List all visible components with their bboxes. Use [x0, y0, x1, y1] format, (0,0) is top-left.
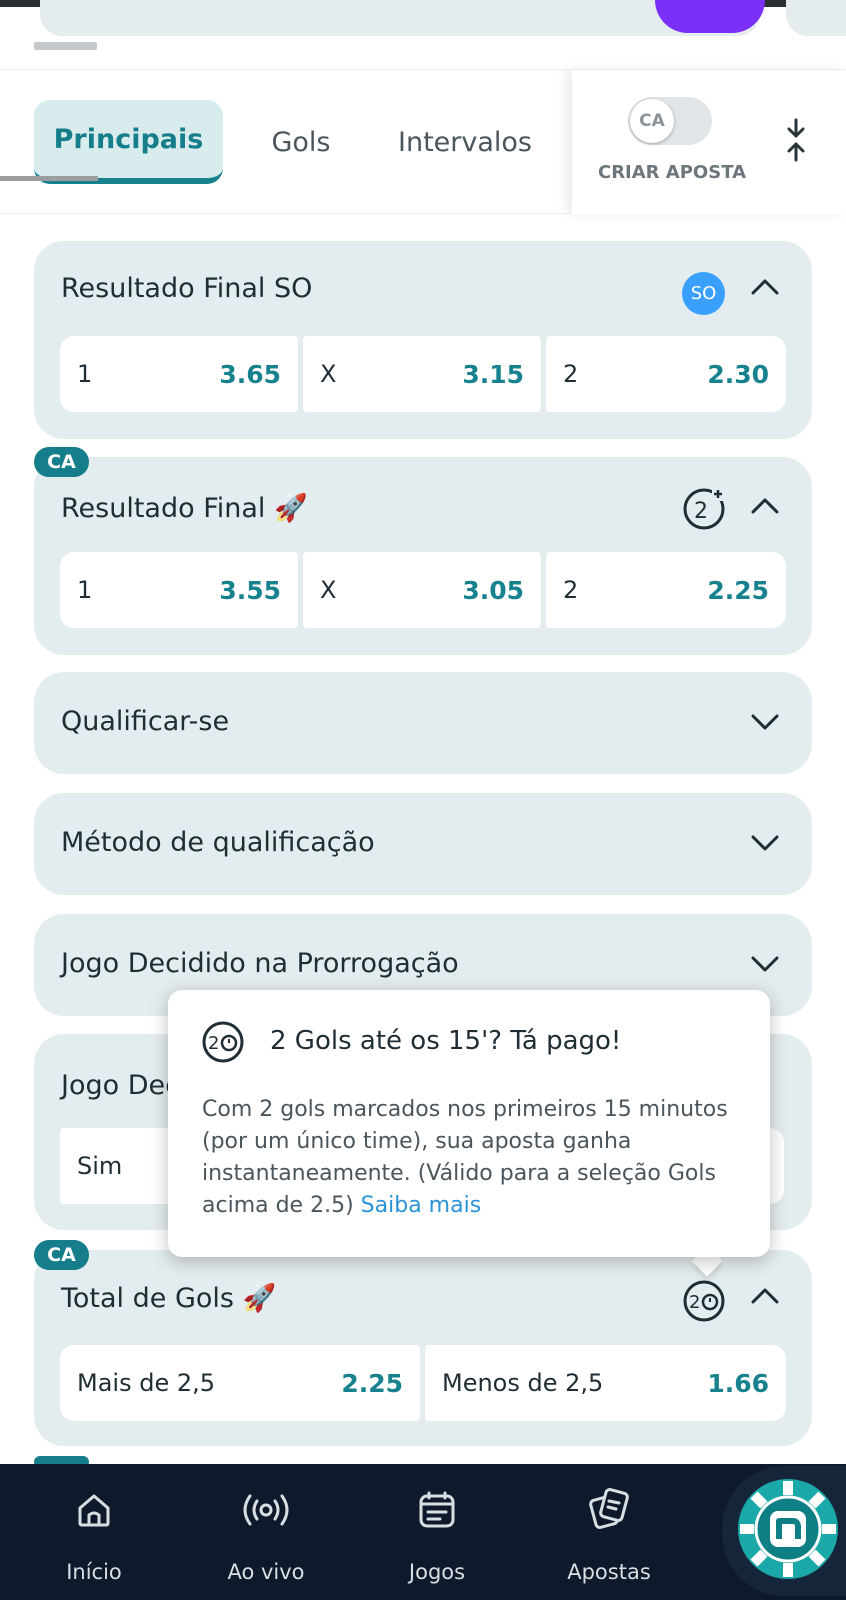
odd-button-2[interactable]: 2 2.30	[546, 336, 786, 412]
saiba-mais-link[interactable]: Saiba mais	[361, 1193, 481, 1218]
odd-label: X	[320, 576, 337, 604]
chevron-up-icon[interactable]	[750, 1286, 780, 1306]
criar-aposta-label: CRIAR APOSTA	[597, 162, 747, 183]
tooltip-body: Com 2 gols marcados nos primeiros 15 min…	[202, 1094, 747, 1222]
ca-badge: CA	[34, 447, 89, 477]
promo-shape	[655, 0, 765, 33]
odd-value: 1.66	[707, 1368, 769, 1398]
two-goals-icon[interactable]: 2	[682, 487, 726, 531]
odds-row: 1 3.55 X 3.05 2 2.25	[60, 552, 786, 628]
bottom-navigation: Início Ao vivo Jogos Apostas	[0, 1464, 846, 1600]
calendar-icon	[419, 1491, 455, 1528]
two-goals-tooltip: 2 2 Gols até os 15'? Tá pago! Com 2 gols…	[168, 990, 770, 1257]
tab-intervalos[interactable]: Intervalos	[398, 100, 542, 184]
odd-value: 3.65	[219, 359, 281, 389]
previous-card	[40, 0, 760, 36]
carousel-indicator	[34, 42, 97, 50]
odd-value: 2.25	[341, 1368, 403, 1398]
market-total-de-gols: Total de Gols 🚀 2 Mais de 2,5 2.25 Menos…	[34, 1250, 812, 1446]
chevron-up-icon[interactable]	[750, 277, 780, 297]
market-title: Método de qualificação	[61, 827, 375, 858]
nav-inicio[interactable]: Início	[24, 1464, 164, 1600]
so-badge: SO	[682, 272, 725, 315]
odd-value: 3.55	[219, 575, 281, 605]
odd-label: 1	[77, 576, 93, 604]
criar-aposta-panel: CA CRIAR APOSTA	[572, 70, 846, 214]
odd-label: 1	[77, 360, 93, 388]
odd-label: 2	[563, 576, 579, 604]
odd-label: Mais de 2,5	[77, 1369, 216, 1397]
odd-button-1[interactable]: 1 3.55	[60, 552, 298, 628]
tabs-scroll-indicator	[0, 176, 98, 181]
svg-text:2: 2	[694, 499, 708, 524]
bets-icon	[589, 1488, 629, 1529]
odds-row: 1 3.65 X 3.15 2 2.30	[60, 336, 786, 412]
tooltip-title: 2 Gols até os 15'? Tá pago!	[270, 1026, 622, 1056]
chevron-up-icon[interactable]	[750, 496, 780, 516]
nav-label: Ao vivo	[227, 1560, 305, 1584]
market-title: Jogo Dec	[61, 1070, 180, 1101]
odd-label: Menos de 2,5	[442, 1369, 604, 1397]
chevron-down-icon[interactable]	[750, 833, 780, 853]
market-title: Resultado Final 🚀	[61, 493, 308, 524]
chevron-down-icon[interactable]	[750, 712, 780, 732]
odd-button-menos[interactable]: Menos de 2,5 1.66	[425, 1345, 786, 1421]
nav-label: Início	[66, 1560, 122, 1584]
live-icon	[243, 1494, 289, 1526]
market-title: Total de Gols 🚀	[61, 1283, 277, 1314]
odd-value: 2.30	[707, 359, 769, 389]
odd-label: X	[320, 360, 337, 388]
market-title: Resultado Final SO	[61, 273, 313, 304]
market-tabs: Principais Gols Intervalos CA CRIAR APOS…	[0, 69, 846, 214]
odd-button-mais[interactable]: Mais de 2,5 2.25	[60, 1345, 420, 1421]
ca-badge: CA	[34, 1240, 89, 1270]
odd-label: 2	[563, 360, 579, 388]
odd-label: Sim	[77, 1152, 123, 1180]
nav-label: Jogos	[408, 1560, 466, 1584]
nav-jogos[interactable]: Jogos	[367, 1464, 507, 1600]
previous-card-right	[786, 0, 846, 36]
market-title: Jogo Decidido na Prorrogação	[61, 948, 459, 979]
market-metodo-qualificacao[interactable]: Método de qualificação	[34, 793, 812, 895]
market-resultado-final-so: Resultado Final SO SO 1 3.65 X 3.15 2 2.…	[34, 241, 812, 439]
nav-apostas[interactable]: Apostas	[539, 1464, 679, 1600]
odd-button-1[interactable]: 1 3.65	[60, 336, 298, 412]
nav-label: Apostas	[567, 1560, 651, 1584]
nav-ao-vivo[interactable]: Ao vivo	[196, 1464, 336, 1600]
market-resultado-final: Resultado Final 🚀 2 1 3.55 X 3.05 2 2.25	[34, 457, 812, 655]
two-goals-15-icon[interactable]: 2	[682, 1279, 726, 1323]
svg-text:2: 2	[689, 1292, 700, 1313]
odd-button-2[interactable]: 2 2.25	[546, 552, 786, 628]
odds-row: Mais de 2,5 2.25 Menos de 2,5 1.66	[60, 1345, 786, 1421]
home-icon	[78, 1494, 110, 1527]
tab-gols[interactable]: Gols	[265, 100, 337, 184]
criar-aposta-toggle[interactable]: CA	[628, 97, 712, 145]
odd-value: 3.15	[462, 359, 524, 389]
two-goals-15-icon: 2	[202, 1021, 244, 1063]
tab-principais[interactable]: Principais	[34, 100, 223, 184]
odd-button-x[interactable]: X 3.05	[303, 552, 541, 628]
toggle-knob: CA	[630, 99, 674, 143]
odd-button-x[interactable]: X 3.15	[303, 336, 541, 412]
collapse-all-icon[interactable]	[784, 118, 808, 162]
odd-value: 2.25	[707, 575, 769, 605]
chevron-down-icon[interactable]	[750, 954, 780, 974]
brand-chip-icon[interactable]	[736, 1477, 840, 1581]
market-title: Qualificar-se	[61, 706, 230, 737]
market-qualificar-se[interactable]: Qualificar-se	[34, 672, 812, 774]
svg-text:2: 2	[208, 1033, 219, 1054]
odd-value: 3.05	[462, 575, 524, 605]
